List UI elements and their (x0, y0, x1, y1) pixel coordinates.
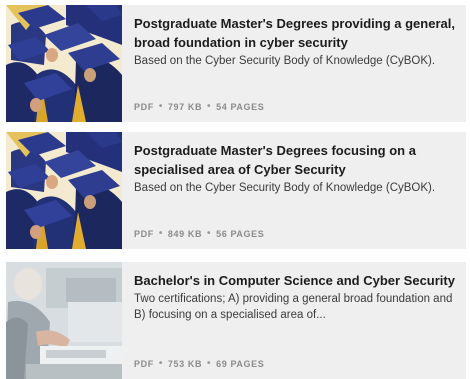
document-description: Based on the Cyber Security Body of Know… (134, 182, 436, 194)
document-meta: PDF • 753 KB • 69 PAGES (134, 358, 264, 369)
file-size: 849 KB (167, 228, 203, 239)
document-card[interactable]: Bachelor's in Computer Science and Cyber… (6, 262, 466, 379)
document-list: Postgraduate Master's Degrees providing … (0, 0, 470, 379)
meta-separator: • (207, 101, 212, 112)
meta-separator: • (207, 228, 212, 239)
document-title[interactable]: Postgraduate Master's Degrees providing … (134, 14, 456, 52)
page-count: 54 PAGES (216, 101, 265, 112)
graduation-caps-thumbnail[interactable] (6, 132, 122, 249)
page-count: 56 PAGES (216, 228, 265, 239)
document-title[interactable]: Bachelor's in Computer Science and Cyber… (134, 271, 456, 290)
document-meta: PDF • 849 KB • 56 PAGES (134, 228, 264, 239)
file-format: PDF (134, 358, 154, 369)
document-description: Two certifications; A) providing a gener… (134, 293, 453, 321)
file-size: 797 KB (167, 101, 203, 112)
document-title[interactable]: Postgraduate Master's Degrees focusing o… (134, 141, 456, 179)
meta-separator: • (158, 228, 163, 239)
file-format: PDF (134, 101, 154, 112)
document-card[interactable]: Postgraduate Master's Degrees providing … (6, 5, 466, 122)
meta-separator: • (158, 358, 163, 369)
graduation-caps-thumbnail[interactable] (6, 5, 122, 122)
meta-separator: • (158, 101, 163, 112)
document-card[interactable]: Postgraduate Master's Degrees focusing o… (6, 132, 466, 249)
meta-separator: • (207, 358, 212, 369)
document-meta: PDF • 797 KB • 54 PAGES (134, 101, 264, 112)
document-description: Based on the Cyber Security Body of Know… (134, 55, 436, 67)
file-format: PDF (134, 228, 154, 239)
page-count: 69 PAGES (216, 358, 265, 369)
file-size: 753 KB (167, 358, 203, 369)
person-at-computer-thumbnail[interactable] (6, 262, 122, 379)
